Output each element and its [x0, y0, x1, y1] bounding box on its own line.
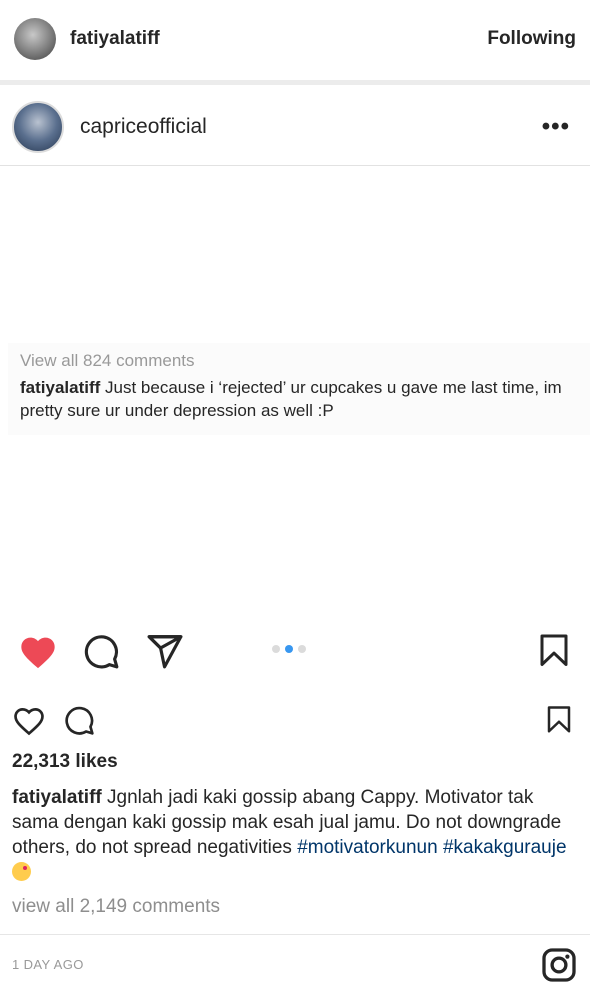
embedded-avatar[interactable]	[12, 100, 64, 153]
avatar[interactable]	[14, 18, 56, 60]
hashtag-link[interactable]: #kakakgurauje	[443, 837, 567, 858]
divider	[0, 934, 590, 935]
embedded-comment-text: Just because i ‘rejected’ ur cupcakes u …	[20, 378, 562, 420]
embedded-view-comments[interactable]: View all 824 comments	[20, 351, 578, 371]
caption-username[interactable]: fatiyalatiff	[12, 787, 102, 808]
carousel-dot	[298, 645, 306, 653]
comment-icon[interactable]	[63, 704, 95, 741]
embedded-post-header: capriceofficial •••	[0, 88, 590, 166]
hashtag-link[interactable]: #motivatorkunun	[297, 837, 437, 858]
divider	[0, 80, 590, 85]
following-button[interactable]: Following	[487, 28, 576, 50]
heart-outline-icon[interactable]	[12, 704, 46, 741]
carousel-dot-active	[285, 645, 293, 653]
embedded-action-bar	[0, 628, 590, 676]
post-header: fatiyalatiff Following	[0, 0, 590, 78]
share-icon[interactable]	[146, 632, 184, 675]
kissing-face-emoji-icon	[12, 862, 31, 881]
carousel-indicator	[272, 645, 306, 653]
comment-icon[interactable]	[82, 632, 120, 675]
embedded-comment-snippet: View all 824 comments fatiyalatiff Just …	[8, 343, 590, 435]
bookmark-icon[interactable]	[536, 632, 572, 675]
view-all-comments-link[interactable]: view all 2,149 comments	[12, 896, 220, 918]
embedded-comment: fatiyalatiff Just because i ‘rejected’ u…	[20, 376, 578, 422]
embedded-username[interactable]: capriceofficial	[80, 115, 207, 139]
bookmark-icon[interactable]	[544, 704, 574, 741]
post-caption: fatiyalatiff Jgnlah jadi kaki gossip aba…	[12, 785, 578, 885]
more-options-icon[interactable]: •••	[542, 113, 578, 141]
post-action-bar	[0, 701, 590, 741]
post-timestamp: 1 DAY AGO	[12, 957, 84, 972]
likes-count[interactable]: 22,313 likes	[12, 751, 118, 773]
embedded-comment-user[interactable]: fatiyalatiff	[20, 378, 100, 397]
heart-filled-icon[interactable]	[18, 632, 58, 675]
username[interactable]: fatiyalatiff	[70, 28, 160, 50]
carousel-dot	[272, 645, 280, 653]
instagram-logo-icon[interactable]	[541, 947, 577, 988]
